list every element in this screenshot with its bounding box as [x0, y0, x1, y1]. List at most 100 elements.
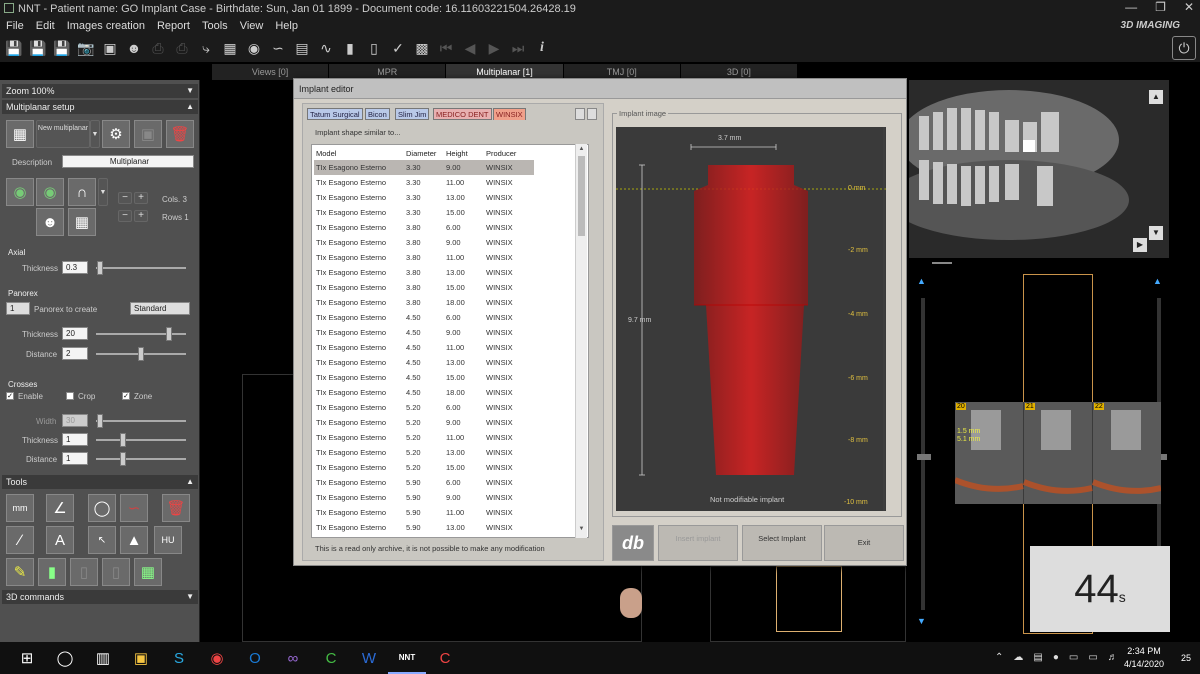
enable-checkbox[interactable]: ✓	[6, 392, 14, 400]
table-row[interactable]: TIx Esagono Esterno 5.20 15.00 WINSIX	[314, 460, 534, 475]
visual-studio-icon[interactable]: ∞	[274, 642, 312, 674]
tools-header[interactable]: Tools ▲	[2, 475, 198, 489]
hu-box-icon[interactable]: HU	[154, 526, 182, 554]
table-row[interactable]: TIx Esagono Esterno 4.50 13.00 WINSIX	[314, 355, 534, 370]
volume-icon[interactable]: ♬	[1108, 652, 1118, 663]
tools-icon[interactable]: ✓	[388, 38, 408, 58]
line-tool-icon[interactable]: ∕	[6, 526, 34, 554]
first-frame-icon[interactable]: ⏮	[436, 38, 456, 58]
table-row[interactable]: TIx Esagono Esterno 3.80 15.00 WINSIX	[314, 280, 534, 295]
table-row[interactable]: TIx Esagono Esterno 3.30 9.00 WINSIX	[314, 160, 534, 175]
display-icon[interactable]: ▭	[1088, 652, 1097, 663]
chevron-up-icon[interactable]: ⌃	[995, 652, 1003, 663]
cross-scroll-handle[interactable]	[917, 454, 931, 460]
column-height[interactable]: Height	[444, 147, 484, 160]
table-row[interactable]: TIx Esagono Esterno 5.90 9.00 WINSIX	[314, 490, 534, 505]
camtasia-recorder-icon[interactable]: C	[426, 642, 464, 674]
power-icon[interactable]: ⏻	[1172, 36, 1196, 60]
task-view-icon[interactable]: ▥	[84, 642, 122, 674]
table-row[interactable]: TIx Esagono Esterno 5.90 11.00 WINSIX	[314, 505, 534, 520]
description-input[interactable]: Multiplanar	[62, 155, 194, 168]
xray-scroll-right-icon[interactable]: ▶	[1133, 238, 1147, 252]
scroll-thumb[interactable]	[578, 156, 585, 236]
panoramic-xray[interactable]: ▲ ▼ ▶	[889, 80, 1169, 258]
hu-pointer-icon[interactable]: ↖	[88, 526, 116, 554]
search-icon[interactable]: ◯	[46, 642, 84, 674]
crosses-distance-slider[interactable]	[96, 458, 186, 460]
scroll-up-icon[interactable]: ▲	[917, 276, 929, 288]
panorex-thickness-slider[interactable]	[96, 333, 186, 335]
circle-tool-icon[interactable]: ◯	[88, 494, 116, 522]
minimize-button[interactable]: —	[1125, 0, 1137, 18]
axial-thickness-input[interactable]: 0.3	[62, 261, 88, 274]
cols-plus-button[interactable]: +	[134, 192, 148, 204]
arch-view-icon[interactable]: ◉	[6, 178, 34, 206]
microphone-icon[interactable]: ●	[1053, 652, 1059, 663]
nnt-taskbar-icon[interactable]: NNT	[388, 642, 426, 674]
table-row[interactable]: TIx Esagono Esterno 3.80 18.00 WINSIX	[314, 295, 534, 310]
save-icon[interactable]: 💾	[4, 38, 24, 58]
last-frame-icon[interactable]: ⏭	[508, 38, 528, 58]
tab-winsix[interactable]: WINSIX	[493, 108, 526, 120]
panorex-count-select[interactable]: 1	[6, 302, 30, 315]
ruler-tool-icon[interactable]: mm	[6, 494, 34, 522]
canal-icon[interactable]: ∿	[316, 38, 336, 58]
panorex-distance-input[interactable]: 2	[62, 347, 88, 360]
panorex-thickness-handle[interactable]	[166, 327, 172, 341]
copy-icon[interactable]: ▣	[134, 120, 162, 148]
add-implant-icon[interactable]: ▮	[38, 558, 66, 586]
restore-button[interactable]: ❐	[1155, 0, 1166, 18]
table-row[interactable]: TIx Esagono Esterno 5.90 13.00 WINSIX	[314, 520, 534, 535]
table-row[interactable]: TIx Esagono Esterno 4.50 9.00 WINSIX	[314, 325, 534, 340]
measure-icon[interactable]: ▤	[292, 38, 312, 58]
crosses-thickness-slider[interactable]	[96, 439, 186, 441]
next-frame-icon[interactable]: ▶	[484, 38, 504, 58]
table-row[interactable]: TIx Esagono Esterno 5.20 6.00 WINSIX	[314, 400, 534, 415]
onedrive-icon[interactable]: ☁	[1013, 652, 1023, 663]
trash-icon[interactable]: 🗑	[166, 120, 194, 148]
trash-icon[interactable]: 🗑	[162, 494, 190, 522]
crosses-distance-input[interactable]: 1	[62, 452, 88, 465]
table-row[interactable]: TIx Esagono Esterno 5.20 9.00 WINSIX	[314, 415, 534, 430]
scroll-down-icon[interactable]: ▼	[917, 616, 929, 628]
chevron-down-icon[interactable]: ▼	[98, 178, 108, 206]
table-row[interactable]: TIx Esagono Esterno 3.80 9.00 WINSIX	[314, 235, 534, 250]
column-model[interactable]: Model	[314, 147, 404, 160]
new-multiplanar-button[interactable]: New multiplanar	[36, 120, 90, 148]
scroll-up-icon[interactable]: ▲	[1153, 276, 1165, 288]
curve-tool-icon[interactable]: ∽	[120, 494, 148, 522]
menu-file[interactable]: File	[6, 18, 24, 34]
arch-outline-icon[interactable]: ∩	[68, 178, 96, 206]
battery-icon[interactable]: ▭	[1069, 652, 1078, 663]
crosses-thickness-handle[interactable]	[120, 433, 126, 447]
word-icon[interactable]: W	[350, 642, 388, 674]
crosses-thickness-input[interactable]: 1	[62, 433, 88, 446]
camtasia-icon[interactable]: C	[312, 642, 350, 674]
crosses-distance-handle[interactable]	[120, 452, 126, 466]
crosses-width-handle[interactable]	[97, 414, 103, 428]
database-button[interactable]: db	[612, 525, 654, 561]
implant-pair-icon[interactable]: ▯	[70, 558, 98, 586]
zone-checkbox[interactable]: ✓	[122, 392, 130, 400]
prev-frame-icon[interactable]: ◀	[460, 38, 480, 58]
info-icon[interactable]: i	[532, 38, 552, 58]
table-row[interactable]: TIx Esagono Esterno 5.20 13.00 WINSIX	[314, 445, 534, 460]
nerve-icon[interactable]: ∽	[268, 38, 288, 58]
tab-scroll-left-icon[interactable]: ◀	[575, 108, 585, 120]
xray-scroll-down-icon[interactable]: ▼	[1149, 226, 1163, 240]
gear-icon[interactable]: ⚙	[102, 120, 130, 148]
implant-pair-icon[interactable]: ▯	[364, 38, 384, 58]
print-preview-icon[interactable]: ⎙	[172, 38, 192, 58]
camera-icon[interactable]: 📷	[76, 38, 96, 58]
3d-commands-header[interactable]: 3D commands ▼	[2, 590, 198, 604]
angle-tool-icon[interactable]: ∠	[46, 494, 74, 522]
draw-implant-icon[interactable]: ✎	[6, 558, 34, 586]
tab-bicon[interactable]: Bicon	[365, 108, 390, 120]
add-image-icon[interactable]: ▦	[134, 558, 162, 586]
table-row[interactable]: TIx Esagono Esterno 4.50 6.00 WINSIX	[314, 310, 534, 325]
table-row[interactable]: TIx Esagono Esterno 3.30 11.00 WINSIX	[314, 175, 534, 190]
table-row[interactable]: TIx Esagono Esterno 5.20 11.00 WINSIX	[314, 430, 534, 445]
implant-crown-icon[interactable]: ▯	[102, 558, 130, 586]
panorex-type-select[interactable]: Standard	[130, 302, 190, 315]
crosses-width-slider[interactable]	[96, 420, 186, 422]
